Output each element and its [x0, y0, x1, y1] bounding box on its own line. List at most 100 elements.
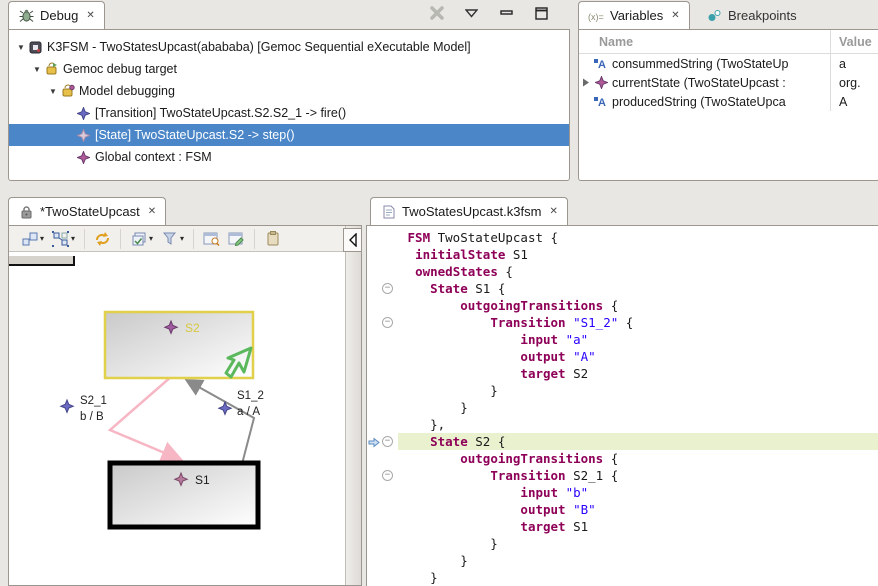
- tree-expander-icon[interactable]: ▼: [15, 43, 27, 52]
- code-line[interactable]: target S1: [367, 518, 878, 535]
- code-gutter[interactable]: [367, 297, 398, 314]
- code-gutter[interactable]: [367, 331, 398, 348]
- properties-window-button[interactable]: [199, 228, 224, 250]
- minimize-icon[interactable]: [498, 5, 515, 21]
- diagram-canvas[interactable]: S2 S1 S2_1 b / B S1_2 a / A: [9, 252, 345, 586]
- code-gutter[interactable]: [367, 484, 398, 501]
- chevron-down-icon[interactable]: ▾: [180, 234, 184, 243]
- variable-row[interactable]: currentState (TwoStateUpcast :org.: [579, 73, 878, 92]
- debug-tree-row[interactable]: ▼Gemoc debug target: [9, 58, 569, 80]
- code-gutter[interactable]: [367, 501, 398, 518]
- fold-collapse-icon[interactable]: −: [382, 317, 393, 328]
- debug-tree-row[interactable]: Global context : FSM: [9, 146, 569, 168]
- debug-tree-row[interactable]: ▼Model debugging: [9, 80, 569, 102]
- code-gutter[interactable]: −: [367, 280, 398, 297]
- code-gutter[interactable]: [367, 263, 398, 280]
- transition-s2-1-name[interactable]: S2_1: [80, 395, 107, 407]
- transition-edge-s2-1[interactable]: [110, 376, 179, 459]
- column-name[interactable]: Name: [579, 35, 830, 49]
- chevron-down-icon[interactable]: ▾: [71, 234, 75, 243]
- layers-button[interactable]: ▾: [126, 228, 157, 250]
- view-menu-icon[interactable]: [463, 5, 480, 21]
- code-gutter[interactable]: −: [367, 433, 398, 450]
- code-line[interactable]: outgoingTransitions {: [367, 450, 878, 467]
- maximize-icon[interactable]: [533, 5, 550, 21]
- clipboard-button[interactable]: [260, 228, 285, 250]
- tab-code-editor[interactable]: TwoStatesUpcast.k3fsm ✕: [370, 197, 568, 225]
- code-line[interactable]: input "b": [367, 484, 878, 501]
- code-line[interactable]: }: [367, 535, 878, 552]
- expander-right-icon[interactable]: [579, 78, 593, 87]
- debug-tree-row[interactable]: [State] TwoStateUpcast.S2 -> step(): [9, 124, 569, 146]
- close-icon[interactable]: ✕: [148, 206, 156, 217]
- tab-variables[interactable]: (x)= Variables ✕: [578, 1, 690, 29]
- variable-row[interactable]: AconsummedString (TwoStateUpa: [579, 54, 878, 73]
- remove-terminated-icon[interactable]: [428, 5, 445, 21]
- code-line[interactable]: }: [367, 552, 878, 569]
- code-line[interactable]: },: [367, 416, 878, 433]
- code-gutter[interactable]: [367, 229, 398, 246]
- code-line[interactable]: target S2: [367, 365, 878, 382]
- state-s1-label[interactable]: S1: [195, 473, 210, 487]
- code-line[interactable]: input "a": [367, 331, 878, 348]
- code-gutter[interactable]: −: [367, 314, 398, 331]
- variables-table-header[interactable]: Name Value: [579, 30, 878, 54]
- tab-diagram-editor[interactable]: *TwoStateUpcast ✕: [8, 197, 166, 225]
- state-node-s2[interactable]: [105, 312, 253, 378]
- code-line[interactable]: output "A": [367, 348, 878, 365]
- code-line[interactable]: ownedStates {: [367, 263, 878, 280]
- refresh-button[interactable]: [90, 228, 115, 250]
- code-line[interactable]: FSM TwoStateUpcast {: [367, 229, 878, 246]
- filter-button[interactable]: ▾: [157, 228, 188, 250]
- close-icon[interactable]: ✕: [86, 10, 94, 21]
- tree-expander-icon[interactable]: ▼: [47, 87, 59, 96]
- code-line[interactable]: − State S2 {: [367, 433, 878, 450]
- fold-collapse-icon[interactable]: −: [382, 470, 393, 481]
- state-s2-label[interactable]: S2: [185, 321, 200, 335]
- code-line[interactable]: initialState S1: [367, 246, 878, 263]
- code-gutter[interactable]: [367, 382, 398, 399]
- variable-row[interactable]: AproducedString (TwoStateUpcaA: [579, 92, 878, 111]
- fold-collapse-icon[interactable]: −: [382, 436, 393, 447]
- code-line[interactable]: output "B": [367, 501, 878, 518]
- tab-breakpoints[interactable]: Breakpoints: [696, 1, 807, 29]
- chevron-down-icon[interactable]: ▾: [40, 234, 44, 243]
- code-gutter[interactable]: [367, 552, 398, 569]
- code-text-area[interactable]: FSM TwoStateUpcast { initialState S1 own…: [366, 225, 878, 586]
- chevron-down-icon[interactable]: ▾: [149, 234, 153, 243]
- state-node-s1[interactable]: [110, 463, 258, 527]
- code-gutter[interactable]: [367, 365, 398, 382]
- code-line[interactable]: − Transition S2_1 {: [367, 467, 878, 484]
- code-line[interactable]: − State S1 {: [367, 280, 878, 297]
- code-line[interactable]: }: [367, 569, 878, 586]
- edit-window-button[interactable]: [224, 228, 249, 250]
- transition-s1-2-guard[interactable]: a / A: [237, 406, 260, 418]
- debug-tree-row[interactable]: [Transition] TwoStateUpcast.S2.S2_1 -> f…: [9, 102, 569, 124]
- code-line[interactable]: − Transition "S1_2" {: [367, 314, 878, 331]
- fold-collapse-icon[interactable]: −: [382, 283, 393, 294]
- code-line[interactable]: outgoingTransitions {: [367, 297, 878, 314]
- tab-debug[interactable]: Debug ✕: [8, 1, 105, 29]
- layout-button[interactable]: ▾: [17, 228, 48, 250]
- code-gutter[interactable]: [367, 246, 398, 263]
- palette-collapse-button[interactable]: [343, 228, 362, 252]
- code-gutter[interactable]: [367, 450, 398, 467]
- code-gutter[interactable]: −: [367, 467, 398, 484]
- arrange-button[interactable]: ▾: [48, 228, 79, 250]
- code-line[interactable]: }: [367, 382, 878, 399]
- code-gutter[interactable]: [367, 535, 398, 552]
- code-gutter[interactable]: [367, 569, 398, 586]
- transition-star-icon: [61, 400, 73, 412]
- transition-s1-2-name[interactable]: S1_2: [237, 390, 264, 402]
- debug-tree-row[interactable]: ▼K3FSM - TwoStatesUpcast(abababa) [Gemoc…: [9, 36, 569, 58]
- code-gutter[interactable]: [367, 416, 398, 433]
- code-gutter[interactable]: [367, 518, 398, 535]
- close-icon[interactable]: ✕: [671, 10, 679, 21]
- column-value[interactable]: Value: [830, 30, 878, 53]
- code-gutter[interactable]: [367, 348, 398, 365]
- code-line[interactable]: }: [367, 399, 878, 416]
- close-icon[interactable]: ✕: [549, 206, 557, 217]
- transition-s2-1-guard[interactable]: b / B: [80, 411, 104, 423]
- code-gutter[interactable]: [367, 399, 398, 416]
- tree-expander-icon[interactable]: ▼: [31, 65, 43, 74]
